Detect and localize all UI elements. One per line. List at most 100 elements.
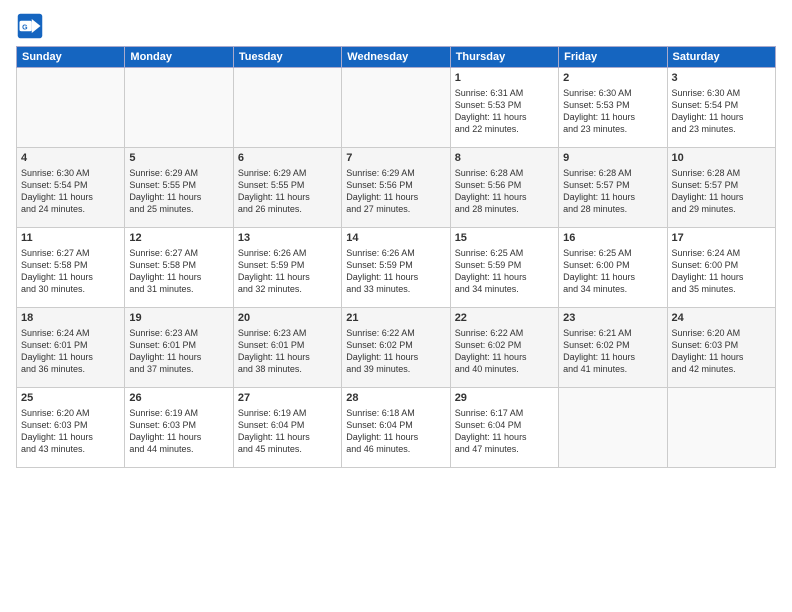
cell-0-4: 1Sunrise: 6:31 AM Sunset: 5:53 PM Daylig…: [450, 68, 558, 148]
cell-4-3: 28Sunrise: 6:18 AM Sunset: 6:04 PM Dayli…: [342, 388, 450, 468]
day-detail: Sunrise: 6:28 AM Sunset: 5:56 PM Dayligh…: [455, 167, 554, 216]
cell-3-0: 18Sunrise: 6:24 AM Sunset: 6:01 PM Dayli…: [17, 308, 125, 388]
day-number: 3: [672, 71, 771, 86]
day-detail: Sunrise: 6:29 AM Sunset: 5:56 PM Dayligh…: [346, 167, 445, 216]
day-detail: Sunrise: 6:28 AM Sunset: 5:57 PM Dayligh…: [672, 167, 771, 216]
cell-2-2: 13Sunrise: 6:26 AM Sunset: 5:59 PM Dayli…: [233, 228, 341, 308]
cell-4-2: 27Sunrise: 6:19 AM Sunset: 6:04 PM Dayli…: [233, 388, 341, 468]
day-number: 26: [129, 391, 228, 406]
day-number: 17: [672, 231, 771, 246]
day-number: 7: [346, 151, 445, 166]
day-number: 28: [346, 391, 445, 406]
day-detail: Sunrise: 6:29 AM Sunset: 5:55 PM Dayligh…: [238, 167, 337, 216]
cell-0-1: [125, 68, 233, 148]
cell-4-0: 25Sunrise: 6:20 AM Sunset: 6:03 PM Dayli…: [17, 388, 125, 468]
cell-4-1: 26Sunrise: 6:19 AM Sunset: 6:03 PM Dayli…: [125, 388, 233, 468]
day-number: 23: [563, 311, 662, 326]
day-number: 29: [455, 391, 554, 406]
day-detail: Sunrise: 6:25 AM Sunset: 6:00 PM Dayligh…: [563, 247, 662, 296]
week-row-0: 1Sunrise: 6:31 AM Sunset: 5:53 PM Daylig…: [17, 68, 776, 148]
day-detail: Sunrise: 6:23 AM Sunset: 6:01 PM Dayligh…: [129, 327, 228, 376]
day-detail: Sunrise: 6:29 AM Sunset: 5:55 PM Dayligh…: [129, 167, 228, 216]
cell-3-6: 24Sunrise: 6:20 AM Sunset: 6:03 PM Dayli…: [667, 308, 775, 388]
cell-1-3: 7Sunrise: 6:29 AM Sunset: 5:56 PM Daylig…: [342, 148, 450, 228]
col-header-wednesday: Wednesday: [342, 47, 450, 68]
day-detail: Sunrise: 6:22 AM Sunset: 6:02 PM Dayligh…: [346, 327, 445, 376]
day-number: 13: [238, 231, 337, 246]
day-number: 18: [21, 311, 120, 326]
day-detail: Sunrise: 6:19 AM Sunset: 6:03 PM Dayligh…: [129, 407, 228, 456]
day-number: 4: [21, 151, 120, 166]
cell-3-1: 19Sunrise: 6:23 AM Sunset: 6:01 PM Dayli…: [125, 308, 233, 388]
cell-3-3: 21Sunrise: 6:22 AM Sunset: 6:02 PM Dayli…: [342, 308, 450, 388]
day-detail: Sunrise: 6:22 AM Sunset: 6:02 PM Dayligh…: [455, 327, 554, 376]
cell-0-0: [17, 68, 125, 148]
week-row-1: 4Sunrise: 6:30 AM Sunset: 5:54 PM Daylig…: [17, 148, 776, 228]
day-detail: Sunrise: 6:30 AM Sunset: 5:53 PM Dayligh…: [563, 87, 662, 136]
cell-2-5: 16Sunrise: 6:25 AM Sunset: 6:00 PM Dayli…: [559, 228, 667, 308]
day-number: 8: [455, 151, 554, 166]
col-header-sunday: Sunday: [17, 47, 125, 68]
day-detail: Sunrise: 6:18 AM Sunset: 6:04 PM Dayligh…: [346, 407, 445, 456]
col-header-monday: Monday: [125, 47, 233, 68]
cell-4-6: [667, 388, 775, 468]
day-number: 21: [346, 311, 445, 326]
day-number: 11: [21, 231, 120, 246]
cell-1-4: 8Sunrise: 6:28 AM Sunset: 5:56 PM Daylig…: [450, 148, 558, 228]
day-detail: Sunrise: 6:20 AM Sunset: 6:03 PM Dayligh…: [672, 327, 771, 376]
day-number: 24: [672, 311, 771, 326]
day-number: 1: [455, 71, 554, 86]
header-row: SundayMondayTuesdayWednesdayThursdayFrid…: [17, 47, 776, 68]
cell-3-2: 20Sunrise: 6:23 AM Sunset: 6:01 PM Dayli…: [233, 308, 341, 388]
day-detail: Sunrise: 6:26 AM Sunset: 5:59 PM Dayligh…: [238, 247, 337, 296]
cell-2-4: 15Sunrise: 6:25 AM Sunset: 5:59 PM Dayli…: [450, 228, 558, 308]
cell-0-6: 3Sunrise: 6:30 AM Sunset: 5:54 PM Daylig…: [667, 68, 775, 148]
cell-4-4: 29Sunrise: 6:17 AM Sunset: 6:04 PM Dayli…: [450, 388, 558, 468]
day-number: 2: [563, 71, 662, 86]
calendar-header: SundayMondayTuesdayWednesdayThursdayFrid…: [17, 47, 776, 68]
day-detail: Sunrise: 6:19 AM Sunset: 6:04 PM Dayligh…: [238, 407, 337, 456]
day-number: 14: [346, 231, 445, 246]
day-number: 5: [129, 151, 228, 166]
cell-2-3: 14Sunrise: 6:26 AM Sunset: 5:59 PM Dayli…: [342, 228, 450, 308]
week-row-2: 11Sunrise: 6:27 AM Sunset: 5:58 PM Dayli…: [17, 228, 776, 308]
calendar-table: SundayMondayTuesdayWednesdayThursdayFrid…: [16, 46, 776, 468]
logo-icon: G: [16, 12, 44, 40]
day-detail: Sunrise: 6:27 AM Sunset: 5:58 PM Dayligh…: [129, 247, 228, 296]
cell-0-3: [342, 68, 450, 148]
cell-2-0: 11Sunrise: 6:27 AM Sunset: 5:58 PM Dayli…: [17, 228, 125, 308]
day-number: 9: [563, 151, 662, 166]
day-number: 27: [238, 391, 337, 406]
col-header-saturday: Saturday: [667, 47, 775, 68]
logo: G: [16, 12, 48, 40]
day-number: 22: [455, 311, 554, 326]
col-header-thursday: Thursday: [450, 47, 558, 68]
day-number: 10: [672, 151, 771, 166]
day-detail: Sunrise: 6:17 AM Sunset: 6:04 PM Dayligh…: [455, 407, 554, 456]
cell-0-2: [233, 68, 341, 148]
day-number: 15: [455, 231, 554, 246]
cell-0-5: 2Sunrise: 6:30 AM Sunset: 5:53 PM Daylig…: [559, 68, 667, 148]
cell-1-0: 4Sunrise: 6:30 AM Sunset: 5:54 PM Daylig…: [17, 148, 125, 228]
page-header: G: [16, 12, 776, 40]
week-row-4: 25Sunrise: 6:20 AM Sunset: 6:03 PM Dayli…: [17, 388, 776, 468]
cell-1-2: 6Sunrise: 6:29 AM Sunset: 5:55 PM Daylig…: [233, 148, 341, 228]
day-detail: Sunrise: 6:20 AM Sunset: 6:03 PM Dayligh…: [21, 407, 120, 456]
day-detail: Sunrise: 6:26 AM Sunset: 5:59 PM Dayligh…: [346, 247, 445, 296]
cell-1-5: 9Sunrise: 6:28 AM Sunset: 5:57 PM Daylig…: [559, 148, 667, 228]
day-number: 16: [563, 231, 662, 246]
day-number: 20: [238, 311, 337, 326]
day-detail: Sunrise: 6:24 AM Sunset: 6:00 PM Dayligh…: [672, 247, 771, 296]
day-detail: Sunrise: 6:28 AM Sunset: 5:57 PM Dayligh…: [563, 167, 662, 216]
day-detail: Sunrise: 6:21 AM Sunset: 6:02 PM Dayligh…: [563, 327, 662, 376]
day-number: 19: [129, 311, 228, 326]
day-detail: Sunrise: 6:27 AM Sunset: 5:58 PM Dayligh…: [21, 247, 120, 296]
cell-2-1: 12Sunrise: 6:27 AM Sunset: 5:58 PM Dayli…: [125, 228, 233, 308]
week-row-3: 18Sunrise: 6:24 AM Sunset: 6:01 PM Dayli…: [17, 308, 776, 388]
day-detail: Sunrise: 6:31 AM Sunset: 5:53 PM Dayligh…: [455, 87, 554, 136]
cell-1-6: 10Sunrise: 6:28 AM Sunset: 5:57 PM Dayli…: [667, 148, 775, 228]
day-detail: Sunrise: 6:24 AM Sunset: 6:01 PM Dayligh…: [21, 327, 120, 376]
day-detail: Sunrise: 6:23 AM Sunset: 6:01 PM Dayligh…: [238, 327, 337, 376]
cell-3-5: 23Sunrise: 6:21 AM Sunset: 6:02 PM Dayli…: [559, 308, 667, 388]
col-header-tuesday: Tuesday: [233, 47, 341, 68]
